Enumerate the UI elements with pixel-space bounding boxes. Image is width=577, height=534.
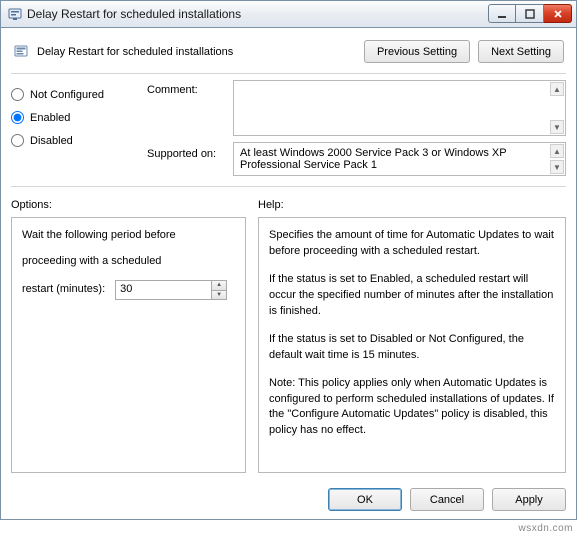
- apply-button[interactable]: Apply: [492, 488, 566, 511]
- radio-not-configured[interactable]: Not Configured: [11, 88, 141, 101]
- close-button[interactable]: [544, 4, 572, 23]
- window-controls: [488, 4, 572, 24]
- radio-enabled[interactable]: Enabled: [11, 111, 141, 124]
- spinner-down-icon[interactable]: ▼: [212, 290, 226, 300]
- options-column: Options: Wait the following period befor…: [11, 199, 246, 473]
- separator: [11, 73, 566, 74]
- watermark: wsxdn.com: [518, 523, 573, 534]
- supported-scroll-up-icon[interactable]: ▲: [550, 144, 564, 158]
- maximize-button[interactable]: [516, 4, 544, 23]
- comment-scroll-down-icon[interactable]: ▼: [550, 120, 564, 134]
- comment-scroll-up-icon[interactable]: ▲: [550, 82, 564, 96]
- cancel-button[interactable]: Cancel: [410, 488, 484, 511]
- restart-minutes-row: restart (minutes): ▲ ▼: [22, 280, 235, 300]
- next-setting-button[interactable]: Next Setting: [478, 40, 564, 63]
- ok-button[interactable]: OK: [328, 488, 402, 511]
- state-radio-group: Not Configured Enabled Disabled: [11, 80, 141, 157]
- help-column: Help: Specifies the amount of time for A…: [258, 199, 566, 473]
- window-title: Delay Restart for scheduled installation…: [23, 7, 488, 21]
- app-icon: [7, 6, 23, 22]
- spinner-buttons: ▲ ▼: [211, 280, 227, 300]
- radio-not-configured-label: Not Configured: [30, 89, 104, 101]
- radio-disabled-input[interactable]: [11, 134, 24, 147]
- page-title: Delay Restart for scheduled installation…: [37, 46, 356, 58]
- radio-enabled-label: Enabled: [30, 112, 70, 124]
- restart-minutes-label: restart (minutes):: [22, 282, 105, 298]
- help-paragraph-1: Specifies the amount of time for Automat…: [269, 228, 555, 260]
- radio-enabled-input[interactable]: [11, 111, 24, 124]
- comment-label: Comment:: [147, 80, 227, 96]
- split-pane: Options: Wait the following period befor…: [11, 199, 566, 473]
- options-panel: Wait the following period before proceed…: [11, 217, 246, 473]
- help-heading: Help:: [258, 199, 566, 211]
- minimize-button[interactable]: [488, 4, 516, 23]
- options-text-line1: Wait the following period before: [22, 228, 235, 244]
- supported-on-textbox: At least Windows 2000 Service Pack 3 or …: [233, 142, 566, 176]
- window-body: Delay Restart for scheduled installation…: [0, 28, 577, 520]
- radio-disabled[interactable]: Disabled: [11, 134, 141, 147]
- options-text-line2: proceeding with a scheduled: [22, 254, 235, 270]
- spinner-up-icon[interactable]: ▲: [212, 281, 226, 290]
- supported-scroll-down-icon[interactable]: ▼: [550, 160, 564, 174]
- comment-textbox[interactable]: ▲ ▼: [233, 80, 566, 136]
- restart-minutes-input[interactable]: [115, 280, 211, 300]
- title-bar: Delay Restart for scheduled installation…: [0, 0, 577, 28]
- policy-icon: [13, 44, 29, 60]
- settings-grid: Not Configured Enabled Disabled Comment:…: [11, 80, 566, 176]
- restart-minutes-spinner[interactable]: ▲ ▼: [115, 280, 227, 300]
- help-paragraph-3: If the status is set to Disabled or Not …: [269, 332, 555, 364]
- supported-on-label: Supported on:: [147, 142, 227, 160]
- separator-2: [11, 186, 566, 187]
- previous-setting-button[interactable]: Previous Setting: [364, 40, 470, 63]
- header-row: Delay Restart for scheduled installation…: [11, 36, 566, 71]
- radio-not-configured-input[interactable]: [11, 88, 24, 101]
- radio-disabled-label: Disabled: [30, 135, 73, 147]
- help-paragraph-4: Note: This policy applies only when Auto…: [269, 376, 555, 440]
- footer-buttons: OK Cancel Apply: [328, 488, 566, 511]
- supported-on-text: At least Windows 2000 Service Pack 3 or …: [240, 147, 506, 171]
- help-paragraph-2: If the status is set to Enabled, a sched…: [269, 272, 555, 320]
- help-panel: Specifies the amount of time for Automat…: [258, 217, 566, 473]
- options-heading: Options:: [11, 199, 246, 211]
